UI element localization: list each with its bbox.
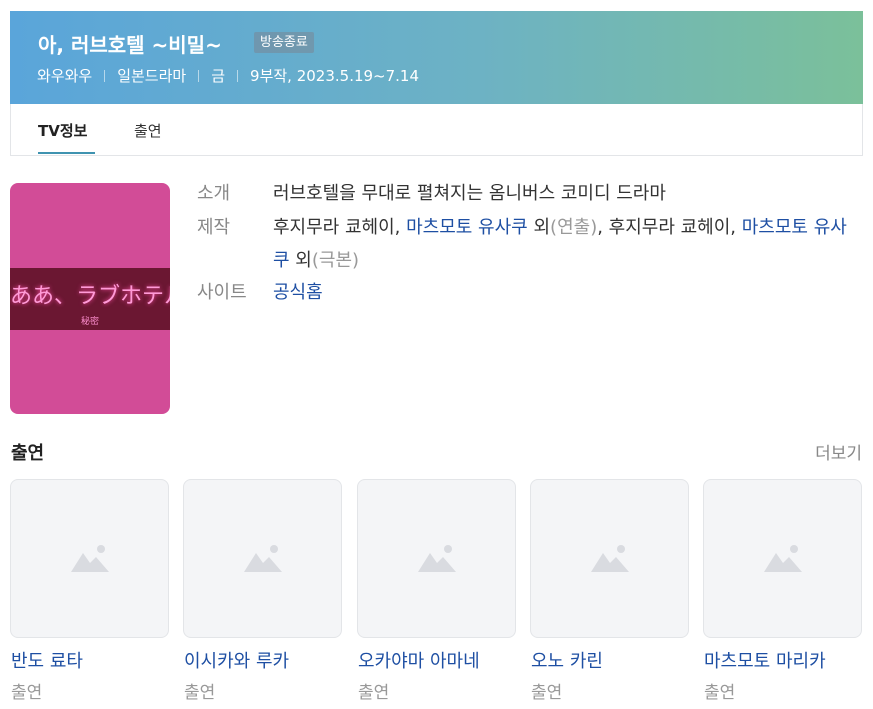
intro-label: 소개 (197, 183, 231, 204)
active-tab-indicator (38, 152, 95, 154)
site-label: 사이트 (197, 282, 247, 303)
image-placeholder-icon (418, 545, 456, 572)
cast-photo-placeholder[interactable] (703, 479, 862, 638)
cast-photo-placeholder[interactable] (357, 479, 516, 638)
production-value: 후지무라 쿄헤이, 마츠모토 유사쿠 외(연출), 후지무라 쿄헤이, 마츠모토… (273, 211, 863, 277)
divider (198, 69, 200, 82)
tab-tv-info[interactable]: TV정보 (38, 120, 87, 141)
program-meta: 와우와우 일본드라마 금 9부작, 2023.5.19~7.14 (37, 65, 419, 86)
broadcaster: 와우와우 (37, 67, 93, 85)
cast-photo-placeholder[interactable] (530, 479, 689, 638)
tab-cast[interactable]: 출연 (134, 120, 162, 141)
cast-name[interactable]: 마츠모토 마리카 (704, 647, 826, 673)
official-site-link[interactable]: 공식홈 (273, 276, 863, 309)
cast-name[interactable]: 오카야마 아마네 (358, 647, 480, 673)
cast-section-title: 출연 (11, 443, 45, 464)
image-placeholder-icon (71, 545, 109, 572)
cast-name[interactable]: 오노 카린 (531, 647, 603, 673)
cast-role: 출연 (11, 683, 43, 703)
production-note: (극본) (311, 250, 360, 271)
cast-role: 출연 (704, 683, 736, 703)
production-label: 제작 (197, 217, 231, 238)
cast-role: 출연 (184, 683, 216, 703)
episodes-period: 9부작, 2023.5.19~7.14 (250, 67, 420, 85)
image-placeholder-icon (764, 545, 802, 572)
genre: 일본드라마 (117, 67, 187, 85)
cast-photo-placeholder[interactable] (183, 479, 342, 638)
cast-role: 출연 (531, 683, 563, 703)
cast-photo-placeholder[interactable] (10, 479, 169, 638)
air-day: 금 (211, 67, 226, 85)
program-title[interactable]: 아, 러브호텔 ~비밀~ (38, 29, 222, 58)
cast-role: 출연 (358, 683, 390, 703)
program-header: 아, 러브호텔 ~비밀~ 방송종료 와우와우 일본드라마 금 9부작, 2023… (10, 11, 863, 104)
divider (237, 69, 239, 82)
poster-logo-subtext: 秘密 (80, 317, 99, 327)
production-note: (연출) (550, 217, 598, 238)
cast-name[interactable]: 반도 료타 (11, 647, 83, 673)
cast-name[interactable]: 이시카와 루카 (184, 647, 289, 673)
production-text: , 후지무라 쿄헤이, (597, 217, 742, 238)
poster-logo-text: ああ、ラブホテル (10, 284, 170, 309)
divider (104, 69, 106, 82)
production-text: 후지무라 쿄헤이, (273, 217, 407, 238)
status-badge: 방송종료 (254, 32, 314, 53)
image-placeholder-icon (591, 545, 629, 572)
director-link[interactable]: 마츠모토 유사쿠 (406, 217, 528, 238)
image-placeholder-icon (244, 545, 282, 572)
tab-bar: TV정보 출연 (10, 104, 863, 156)
poster-image[interactable]: ああ、ラブホテル 秘密 (10, 183, 170, 414)
production-text: 외 (289, 250, 312, 271)
intro-value: 러브호텔을 무대로 펼쳐지는 옴니버스 코미디 드라마 (273, 183, 666, 204)
production-text: 외 (527, 217, 551, 238)
more-link[interactable]: 더보기 (815, 439, 862, 464)
